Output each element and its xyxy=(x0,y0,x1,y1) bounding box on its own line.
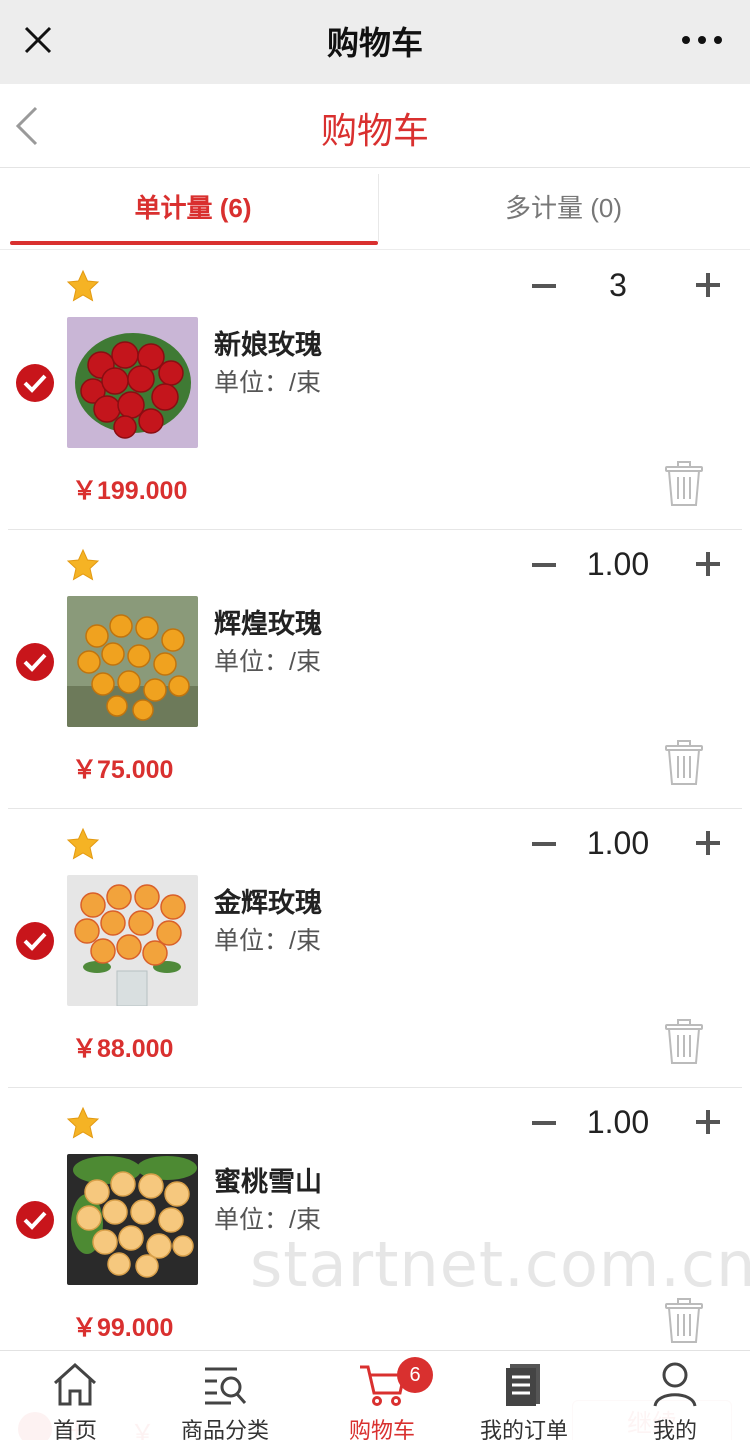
minus-icon[interactable] xyxy=(530,835,558,853)
quantity-stepper: 1.00 xyxy=(522,542,722,588)
quantity-stepper: 1.00 xyxy=(522,821,722,867)
nav-profile[interactable]: 我的 xyxy=(600,1351,750,1440)
nav-label: 我的订单 xyxy=(479,1418,568,1440)
product-unit: 单位：/束 xyxy=(214,369,321,397)
quantity-stepper: 1.00 xyxy=(522,1100,722,1146)
wechat-title: 购物车 xyxy=(326,25,423,61)
trash-icon[interactable] xyxy=(664,1019,704,1065)
tab-bar: 单计量 (6) 多计量 (0) xyxy=(0,168,750,250)
cart-item: 3 新娘玫瑰 单位：/束 ￥199.000 xyxy=(8,251,742,530)
nav-category[interactable]: 商品分类 xyxy=(150,1351,300,1440)
cart-item: 1.00 辉煌玫瑰 单位：/束 ￥75.000 xyxy=(8,530,742,809)
product-price: ￥199.000 xyxy=(72,477,188,505)
product-image-brilliant-rose[interactable] xyxy=(67,596,198,727)
home-icon xyxy=(53,1362,97,1406)
nav-label: 购物车 xyxy=(348,1418,415,1440)
product-price: ￥75.000 xyxy=(72,756,174,784)
watermark-text: startnet.com.cn xyxy=(250,1228,750,1301)
cart-count-badge: 6 xyxy=(397,1357,433,1393)
star-icon[interactable] xyxy=(66,548,100,582)
star-icon[interactable] xyxy=(66,827,100,861)
bottom-nav: 首页 商品分类 6 购物车 我的订单 我的 xyxy=(0,1350,750,1440)
quantity-stepper: 3 xyxy=(522,263,722,309)
nav-label: 我的 xyxy=(652,1418,697,1440)
nav-cart[interactable]: 6 购物车 xyxy=(307,1351,457,1440)
trash-icon[interactable] xyxy=(664,740,704,786)
checked-circle-icon[interactable] xyxy=(14,641,56,683)
product-name: 辉煌玫瑰 xyxy=(214,609,322,639)
checked-circle-icon[interactable] xyxy=(14,920,56,962)
product-unit: 单位：/束 xyxy=(214,927,321,955)
nav-home[interactable]: 首页 xyxy=(0,1351,150,1440)
minus-icon[interactable] xyxy=(530,1114,558,1132)
order-list-icon xyxy=(506,1364,540,1406)
plus-icon[interactable] xyxy=(694,829,722,857)
quantity-value[interactable]: 1.00 xyxy=(568,825,668,862)
plus-icon[interactable] xyxy=(694,1108,722,1136)
minus-icon[interactable] xyxy=(530,277,558,295)
plus-icon[interactable] xyxy=(694,271,722,299)
plus-icon[interactable] xyxy=(694,550,722,578)
tab-label: 单计量 (6) xyxy=(134,193,252,223)
user-icon xyxy=(653,1362,697,1407)
cart-item: 1.00 金辉玫瑰 单位：/束 ￥88.000 xyxy=(8,809,742,1088)
nav-orders[interactable]: 我的订单 xyxy=(449,1351,599,1440)
product-image-bridal-rose[interactable] xyxy=(67,317,198,448)
quantity-value[interactable]: 3 xyxy=(568,267,668,304)
nav-label: 首页 xyxy=(52,1418,97,1440)
tab-label: 多计量 (0) xyxy=(504,193,622,223)
checked-circle-icon[interactable] xyxy=(14,1199,56,1241)
quantity-value[interactable]: 1.00 xyxy=(568,546,668,583)
wechat-title-bar: 购物车 xyxy=(0,0,750,84)
product-image-golden-rose[interactable] xyxy=(67,875,198,1006)
tab-multi-measure[interactable]: 多计量 (0) xyxy=(378,174,748,242)
product-price: ￥88.000 xyxy=(72,1035,174,1063)
quantity-value[interactable]: 1.00 xyxy=(568,1104,668,1141)
trash-icon[interactable] xyxy=(664,1298,704,1344)
product-image-peach-snow-mountain[interactable] xyxy=(67,1154,198,1285)
product-unit: 单位：/束 xyxy=(214,648,321,676)
product-price: ￥99.000 xyxy=(72,1314,174,1342)
category-search-icon xyxy=(205,1367,247,1405)
checked-circle-icon[interactable] xyxy=(14,362,56,404)
trash-icon[interactable] xyxy=(664,461,704,507)
product-name: 新娘玫瑰 xyxy=(214,330,322,360)
nav-label: 商品分类 xyxy=(180,1418,269,1440)
active-tab-underline xyxy=(10,241,378,245)
star-icon[interactable] xyxy=(66,1106,100,1140)
product-name: 蜜桃雪山 xyxy=(214,1167,322,1197)
star-icon[interactable] xyxy=(66,269,100,303)
minus-icon[interactable] xyxy=(530,556,558,574)
more-icon[interactable] xyxy=(680,28,724,52)
product-name: 金辉玫瑰 xyxy=(214,888,322,918)
page-header: 购物车 xyxy=(0,84,750,168)
tab-single-measure[interactable]: 单计量 (6) xyxy=(8,168,378,248)
page-title: 购物车 xyxy=(320,110,429,151)
